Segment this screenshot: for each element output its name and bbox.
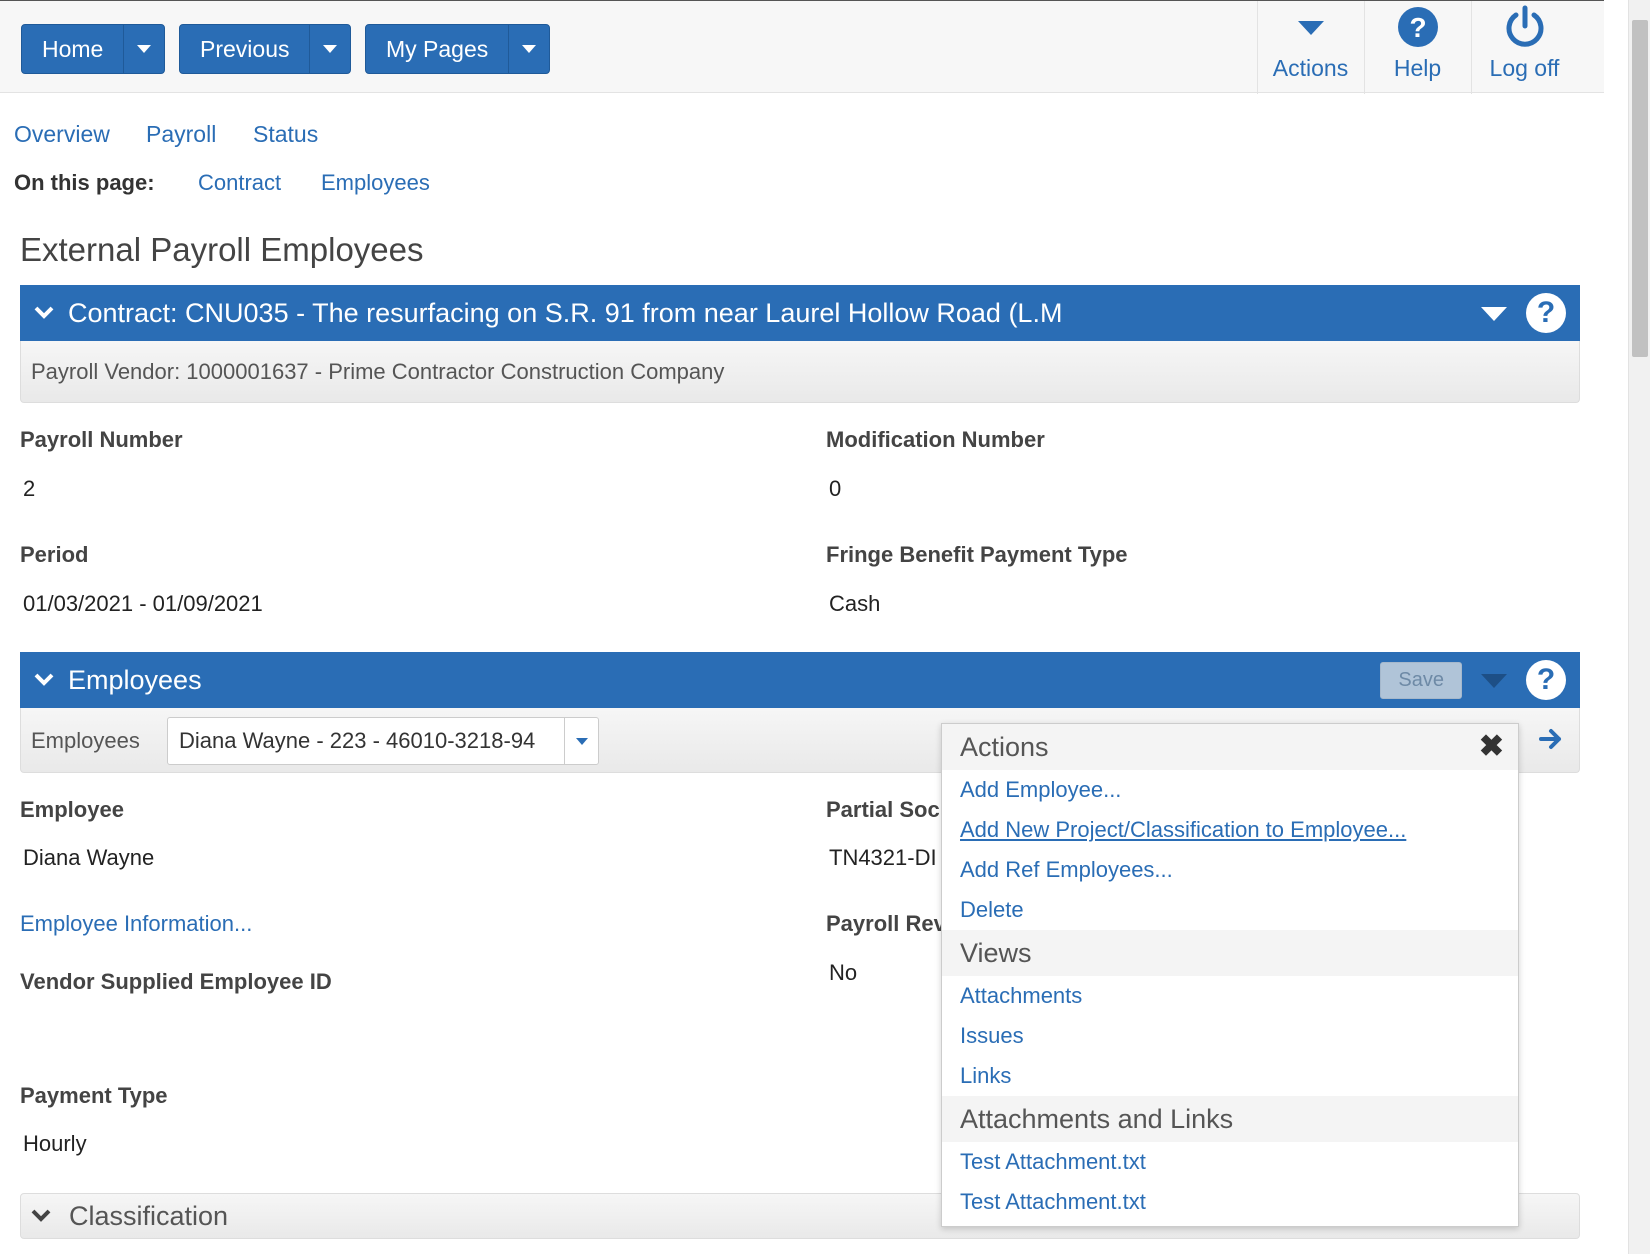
period-value: 01/03/2021 - 01/09/2021 (23, 591, 263, 616)
previous-button-group: Previous (179, 24, 352, 74)
actions-menu-button[interactable]: Actions (1257, 1, 1363, 94)
employee-information-link[interactable]: Employee Information... (20, 911, 252, 937)
employee-select[interactable]: Diana Wayne - 223 - 46010-3218-94 (167, 717, 599, 765)
previous-button[interactable]: Previous (180, 25, 311, 73)
menu-item-issues[interactable]: Issues (942, 1016, 1518, 1056)
contract-panel-header[interactable]: Contract: CNU035 - The resurfacing on S.… (20, 285, 1580, 341)
menu-item-attachment-file[interactable]: Test Attachment.txt (942, 1142, 1518, 1182)
fringe-benefit-label: Fringe Benefit Payment Type (826, 542, 1128, 567)
actions-dropdown-menu: Actions ✖ Add Employee... Add New Projec… (941, 723, 1519, 1227)
vendor-employee-id-label: Vendor Supplied Employee ID (20, 969, 332, 994)
employee-value: Diana Wayne (23, 845, 155, 870)
tab-payroll[interactable]: Payroll (146, 121, 216, 148)
menu-section-attachments-links: Attachments and Links (942, 1096, 1518, 1142)
menu-section-views: Views (942, 930, 1518, 976)
employee-select-dropdown-button[interactable] (564, 718, 598, 764)
payroll-number-value: 2 (23, 476, 36, 501)
chevron-down-icon (323, 45, 338, 53)
log-off-label: Log off (1489, 55, 1560, 81)
period-label: Period (20, 542, 89, 567)
menu-item-delete[interactable]: Delete (942, 890, 1518, 930)
home-button-group: Home (21, 24, 166, 74)
chevron-down-icon (21, 1209, 61, 1223)
menu-section-actions: Actions ✖ (942, 724, 1518, 770)
chevron-down-icon (575, 737, 588, 745)
menu-section-views-title: Views (960, 937, 1032, 968)
close-icon[interactable]: ✖ (1479, 732, 1504, 762)
menu-item-links[interactable]: Links (942, 1056, 1518, 1096)
menu-item-add-employee[interactable]: Add Employee... (942, 770, 1518, 810)
menu-item-add-project-classification[interactable]: Add New Project/Classification to Employ… (942, 810, 1518, 850)
panel-menu-caret-icon[interactable] (1480, 665, 1508, 696)
help-icon[interactable]: ? (1526, 660, 1566, 700)
chevron-down-icon (20, 306, 68, 320)
partial-ssn-value: TN4321-DI (829, 845, 937, 870)
tab-overview[interactable]: Overview (14, 121, 110, 148)
power-icon (1504, 5, 1546, 49)
home-button[interactable]: Home (22, 25, 125, 73)
help-icon[interactable]: ? (1526, 293, 1566, 333)
payment-type-label: Payment Type (20, 1083, 168, 1108)
help-label: Help (1393, 55, 1442, 81)
modification-number-value: 0 (829, 476, 842, 501)
my-pages-button[interactable]: My Pages (366, 25, 510, 73)
payment-type-value: Hourly (23, 1131, 87, 1156)
employees-panel-header[interactable]: Employees Save ? (20, 652, 1580, 708)
payroll-vendor-text: Payroll Vendor: 1000001637 - Prime Contr… (31, 359, 725, 384)
menu-item-add-ref-employees[interactable]: Add Ref Employees... (942, 850, 1518, 890)
scrollbar-thumb[interactable] (1632, 20, 1648, 357)
help-icon: ? (1397, 5, 1439, 49)
help-button[interactable]: ? Help (1364, 1, 1470, 94)
on-this-page-label: On this page: (14, 170, 155, 195)
on-this-page-employees-link[interactable]: Employees (321, 170, 430, 196)
chevron-down-icon (522, 45, 537, 53)
classification-panel-title: Classification (69, 1200, 229, 1231)
employees-panel-title: Employees (68, 664, 202, 695)
menu-section-actions-title: Actions (960, 731, 1049, 762)
contract-vendor-bar: Payroll Vendor: 1000001637 - Prime Contr… (20, 341, 1580, 403)
log-off-button[interactable]: Log off (1471, 1, 1577, 94)
employee-select-value: Diana Wayne - 223 - 46010-3218-94 (179, 728, 536, 753)
menu-section-attachments-links-title: Attachments and Links (960, 1103, 1234, 1134)
payroll-number-label: Payroll Number (20, 427, 183, 452)
svg-text:?: ? (1409, 12, 1426, 43)
menu-item-attachments[interactable]: Attachments (942, 976, 1518, 1016)
on-this-page-contract-link[interactable]: Contract (198, 170, 281, 196)
payroll-rev-label: Payroll Rev (826, 911, 946, 936)
payroll-rev-value: No (829, 960, 858, 985)
page-title: External Payroll Employees (20, 231, 424, 268)
tab-status[interactable]: Status (253, 121, 318, 148)
fringe-benefit-value: Cash (829, 591, 881, 616)
home-dropdown-button[interactable] (124, 25, 164, 73)
chevron-down-icon (137, 45, 152, 53)
panel-menu-caret-icon[interactable] (1480, 298, 1508, 329)
employees-selector-label: Employees (31, 728, 140, 753)
arrow-right-icon[interactable] (1539, 728, 1563, 755)
my-pages-button-group: My Pages (365, 24, 551, 74)
modification-number-label: Modification Number (826, 427, 1045, 452)
actions-label: Actions (1272, 55, 1349, 81)
partial-ssn-label: Partial Soc (826, 797, 940, 822)
top-navigation-bar: Home Previous My Pages Actions ? Help Lo… (0, 0, 1604, 94)
chevron-down-icon (20, 673, 68, 687)
contract-panel-title: Contract: CNU035 - The resurfacing on S.… (68, 297, 1063, 328)
menu-item-attachment-file[interactable]: Test Attachment.txt (942, 1182, 1518, 1222)
page-scrollbar[interactable] (1628, 0, 1650, 1254)
previous-dropdown-button[interactable] (310, 25, 350, 73)
caret-down-icon (1296, 5, 1326, 49)
employee-label: Employee (20, 797, 124, 822)
my-pages-dropdown-button[interactable] (509, 25, 549, 73)
save-button[interactable]: Save (1380, 661, 1462, 699)
